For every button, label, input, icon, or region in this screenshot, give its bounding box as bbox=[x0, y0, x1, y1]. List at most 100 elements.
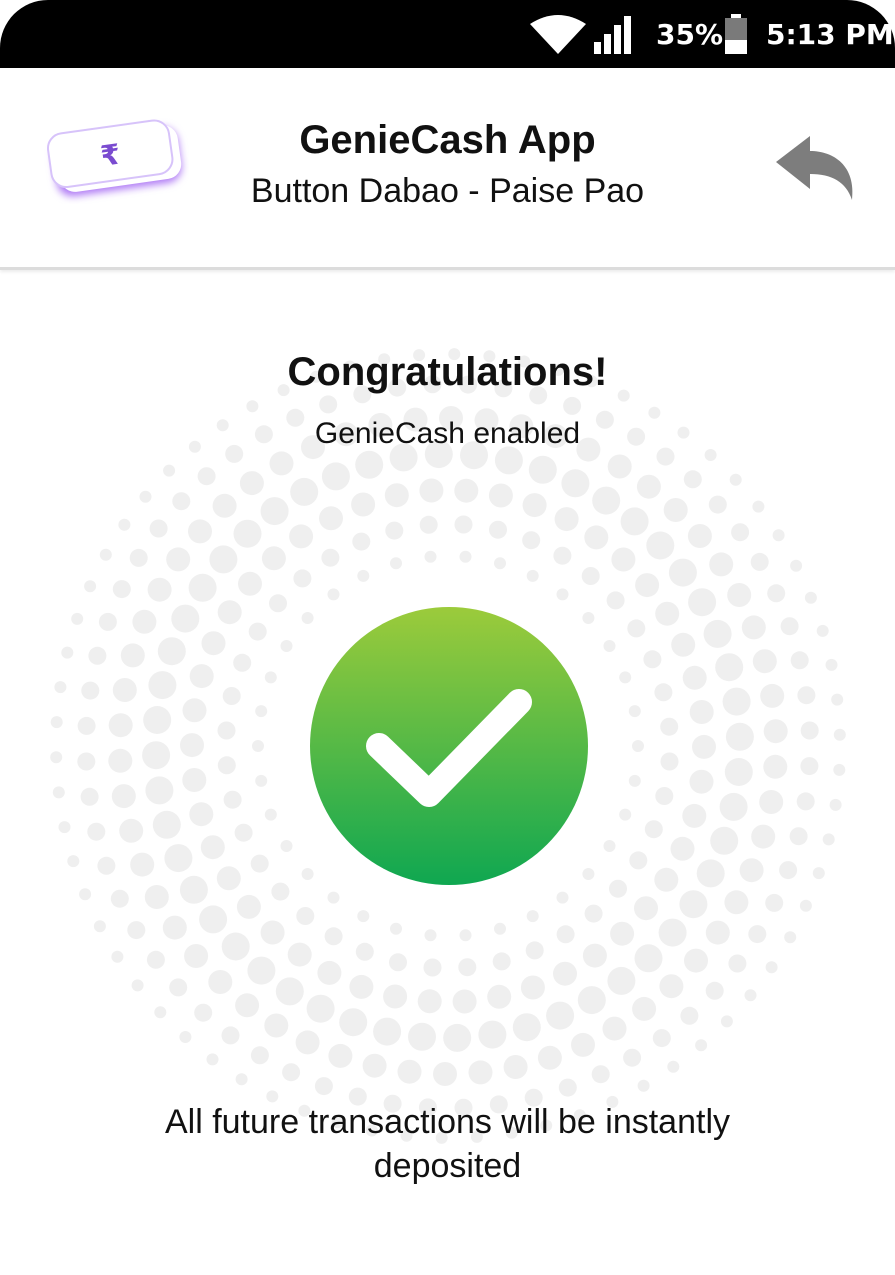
halo-dot bbox=[319, 395, 338, 414]
halo-dot bbox=[659, 974, 684, 999]
halo-dot bbox=[790, 559, 803, 572]
halo-dot bbox=[235, 993, 260, 1018]
halo-dot bbox=[384, 483, 409, 508]
halo-dot bbox=[351, 492, 376, 517]
halo-dot bbox=[825, 658, 838, 671]
halo-dot bbox=[296, 907, 315, 925]
halo-dot bbox=[561, 469, 590, 498]
halo-dot bbox=[260, 497, 289, 526]
halo-dot bbox=[200, 835, 225, 860]
halo-dot bbox=[148, 671, 177, 700]
halo-dot bbox=[239, 471, 264, 496]
halo-dot bbox=[609, 879, 627, 898]
halo-dot bbox=[546, 1001, 575, 1030]
halo-dot bbox=[255, 774, 268, 787]
halo-dot bbox=[417, 989, 442, 1014]
halo-dot bbox=[58, 821, 71, 834]
halo-dot bbox=[751, 824, 776, 849]
halo-dot bbox=[352, 532, 371, 551]
status-text: GenieCash enabled bbox=[314, 417, 581, 450]
halo-dot bbox=[668, 558, 697, 587]
halo-dot bbox=[247, 956, 276, 985]
halo-dot bbox=[246, 400, 259, 413]
halo-dot bbox=[719, 792, 748, 821]
halo-dot bbox=[571, 1032, 595, 1057]
halo-dot bbox=[280, 840, 293, 852]
halo-dot bbox=[419, 478, 444, 503]
halo-dot bbox=[682, 803, 707, 828]
halo-dot bbox=[829, 798, 842, 811]
halo-dot bbox=[50, 751, 63, 764]
halo-dot bbox=[635, 573, 660, 598]
halo-dot bbox=[796, 792, 815, 811]
halo-dot bbox=[188, 519, 212, 544]
halo-dot bbox=[687, 524, 712, 548]
halo-dot bbox=[163, 464, 176, 477]
congrats-heading: Congratulations! bbox=[287, 350, 608, 394]
halo-dot bbox=[127, 921, 146, 940]
app-title: GenieCash App bbox=[299, 118, 596, 162]
halo-dot bbox=[144, 885, 169, 909]
halo-dot bbox=[816, 624, 829, 637]
halo-dot bbox=[212, 493, 237, 518]
halo-dot bbox=[607, 454, 632, 479]
halo-dot bbox=[314, 1077, 333, 1096]
halo-dot bbox=[655, 787, 674, 805]
halo-dot bbox=[763, 719, 788, 744]
halo-dot bbox=[680, 1006, 699, 1025]
halo-dot bbox=[454, 515, 473, 534]
halo-dot bbox=[689, 700, 714, 724]
halo-dot bbox=[306, 994, 335, 1023]
halo-dot bbox=[112, 678, 137, 702]
halo-dot bbox=[147, 577, 172, 602]
halo-dot bbox=[61, 646, 74, 659]
halo-dot bbox=[93, 920, 106, 933]
halo-dot bbox=[319, 506, 343, 531]
halo-dot bbox=[149, 519, 168, 538]
halo-dot bbox=[603, 640, 616, 652]
halo-dot bbox=[671, 632, 696, 657]
halo-dot bbox=[355, 450, 384, 479]
halo-dot bbox=[112, 580, 131, 599]
halo-dot bbox=[644, 820, 663, 839]
halo-dot bbox=[812, 867, 825, 880]
halo-dot bbox=[238, 571, 262, 596]
halo-dot bbox=[684, 948, 708, 973]
halo-dot bbox=[264, 1013, 289, 1038]
halo-dot bbox=[152, 810, 181, 839]
reply-arrow-icon bbox=[776, 136, 853, 200]
halo-dot bbox=[553, 961, 577, 986]
halo-dot bbox=[264, 808, 277, 821]
halo-dot bbox=[772, 529, 785, 542]
halo-dot bbox=[264, 671, 277, 684]
halo-dot bbox=[556, 588, 569, 601]
halo-dot bbox=[683, 470, 702, 489]
halo-dot bbox=[512, 1013, 541, 1042]
halo-dot bbox=[800, 757, 819, 776]
halo-dot bbox=[710, 826, 739, 855]
halo-dot bbox=[54, 681, 67, 694]
halo-dot bbox=[130, 852, 155, 877]
halo-dot bbox=[688, 588, 717, 617]
back-button[interactable] bbox=[772, 134, 860, 206]
halo-dot bbox=[188, 573, 217, 602]
halo-dot bbox=[111, 784, 136, 809]
halo-dot bbox=[748, 925, 767, 944]
halo-dot bbox=[390, 557, 402, 570]
halo-dot bbox=[789, 827, 808, 846]
halo-dot bbox=[494, 557, 506, 570]
halo-dot bbox=[459, 550, 472, 563]
check-circle-icon bbox=[309, 606, 589, 886]
halo-dot bbox=[235, 1073, 248, 1086]
halo-dot bbox=[797, 686, 816, 705]
halo-dot bbox=[385, 521, 404, 540]
halo-dot bbox=[660, 752, 679, 771]
halo-dot bbox=[327, 891, 340, 904]
halo-dot bbox=[373, 1017, 402, 1046]
halo-dot bbox=[77, 752, 96, 771]
halo-dot bbox=[526, 910, 539, 923]
halo-dot bbox=[627, 619, 646, 638]
halo-dot bbox=[154, 1006, 167, 1019]
halo-dot bbox=[692, 734, 716, 759]
halo-dot bbox=[478, 1020, 507, 1049]
